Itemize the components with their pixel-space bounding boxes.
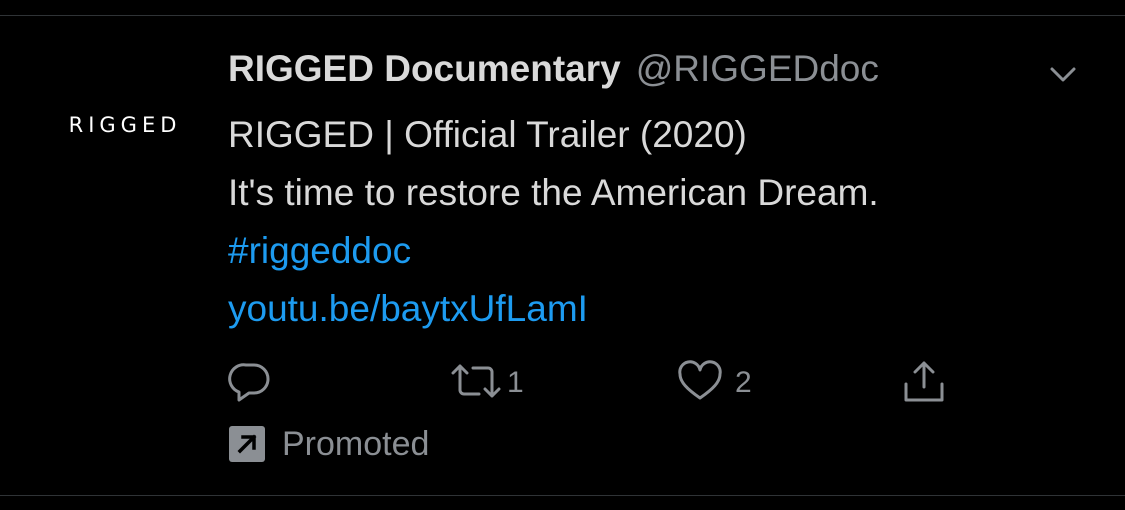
like-count: 2: [735, 366, 752, 399]
tweet-header: RIGGED Documentary @RIGGEDdoc: [228, 48, 879, 98]
avatar[interactable]: RIGGED: [55, 95, 195, 155]
display-name[interactable]: RIGGED Documentary: [228, 48, 621, 90]
tweet-tagline-line: It's time to restore the American Dream.: [228, 172, 879, 213]
share-button[interactable]: [898, 358, 950, 408]
tweet-actions: 1 2: [225, 358, 985, 408]
retweet-count: 1: [507, 366, 524, 399]
top-divider: [0, 15, 1125, 16]
bottom-divider: [0, 495, 1125, 496]
like-button[interactable]: 2: [675, 358, 752, 408]
hashtag-link[interactable]: #riggeddoc: [228, 222, 879, 280]
avatar-logo-text: RIGGED: [68, 113, 182, 137]
url-link[interactable]: youtu.be/baytxUfLamI: [228, 280, 879, 338]
retweet-icon: [447, 356, 505, 411]
promoted-arrow-icon: [228, 425, 266, 463]
tweet-title-line: RIGGED | Official Trailer (2020): [228, 114, 747, 155]
heart-icon: [675, 356, 725, 411]
reply-icon: [225, 356, 275, 411]
tweet-body: RIGGED | Official Trailer (2020) It's ti…: [228, 106, 879, 338]
user-handle[interactable]: @RIGGEDdoc: [636, 48, 879, 90]
retweet-button[interactable]: 1: [447, 358, 524, 408]
promoted-indicator: Promoted: [228, 422, 429, 466]
reply-button[interactable]: [225, 358, 275, 408]
share-icon: [898, 356, 950, 411]
promoted-label: Promoted: [282, 424, 430, 463]
chevron-down-icon[interactable]: [1043, 55, 1083, 95]
